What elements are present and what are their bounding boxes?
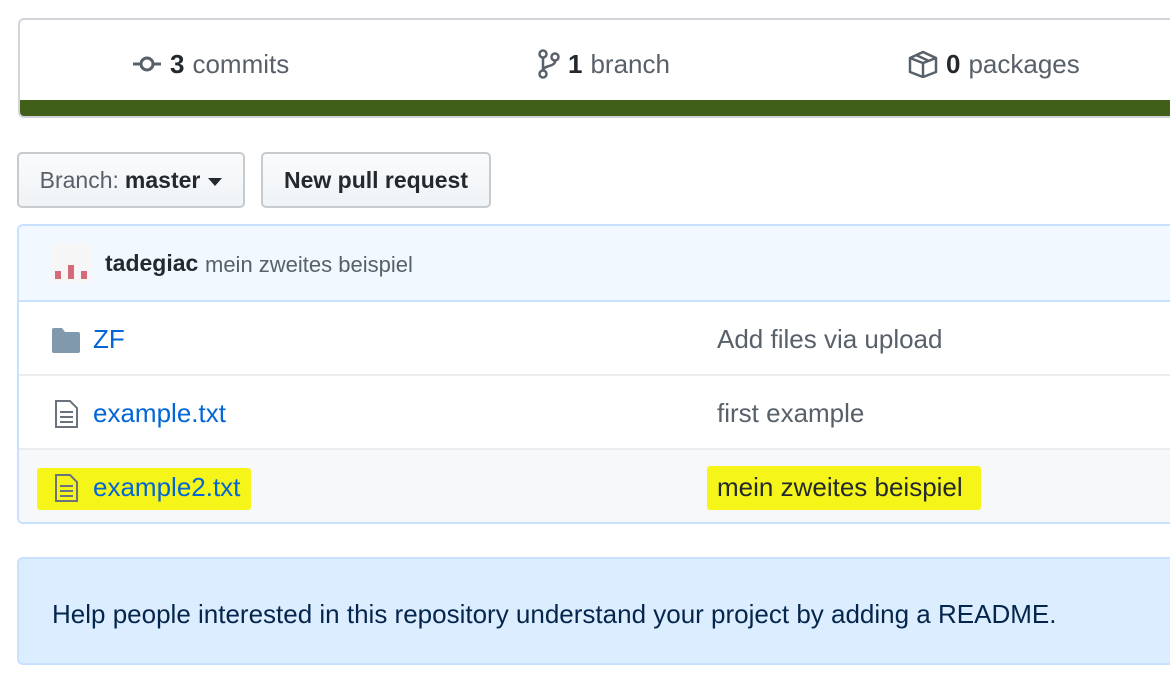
branch-name: master xyxy=(124,166,201,193)
commits-count: 3 xyxy=(170,48,185,79)
file-row[interactable]: example.txt first example xyxy=(19,376,1170,450)
branches-label: branch xyxy=(590,48,670,79)
readme-prompt: Help people interested in this repositor… xyxy=(17,557,1170,665)
packages-stat[interactable]: 0 packages xyxy=(908,46,1080,82)
commits-stat[interactable]: 3 commits xyxy=(132,46,289,82)
file-commit-message[interactable]: first example xyxy=(717,398,864,429)
branch-prefix: Branch: xyxy=(39,166,119,193)
caret-down-icon xyxy=(208,177,223,186)
file-name-link[interactable]: example2.txt xyxy=(93,472,240,503)
file-name-link[interactable]: example.txt xyxy=(93,398,226,429)
folder-icon xyxy=(52,328,80,353)
branches-count: 1 xyxy=(568,48,583,79)
branches-stat[interactable]: 1 branch xyxy=(538,46,670,82)
file-row[interactable]: example2.txt mein zweites beispiel xyxy=(19,450,1170,522)
file-commit-message[interactable]: Add files via upload xyxy=(717,324,942,355)
packages-count: 0 xyxy=(946,48,961,79)
package-icon xyxy=(908,50,938,78)
branch-select-button[interactable]: Branch: master xyxy=(17,152,245,208)
file-icon xyxy=(55,474,78,502)
readme-prompt-text: Help people interested in this repositor… xyxy=(52,599,1057,629)
branch-icon xyxy=(538,49,560,79)
file-list: tadegiac mein zweites beispiel ZF Add fi… xyxy=(17,224,1170,524)
language-bar[interactable] xyxy=(20,100,1170,116)
file-name-link[interactable]: ZF xyxy=(93,324,125,355)
commit-message[interactable]: mein zweites beispiel xyxy=(205,252,413,278)
avatar[interactable] xyxy=(51,243,91,283)
file-icon xyxy=(55,400,78,428)
repo-stats-bar: 3 commits 1 branch 0 packages xyxy=(18,18,1170,118)
latest-commit-bar: tadegiac mein zweites beispiel xyxy=(19,226,1170,302)
branches-link[interactable]: 1 branch xyxy=(538,49,670,80)
commits-link[interactable]: 3 commits xyxy=(132,49,289,80)
commits-label: commits xyxy=(192,48,290,79)
new-pull-request-button[interactable]: New pull request xyxy=(261,152,491,208)
commit-author[interactable]: tadegiac xyxy=(105,250,198,277)
file-commit-message[interactable]: mein zweites beispiel xyxy=(717,472,963,503)
commit-icon xyxy=(133,56,161,72)
packages-label: packages xyxy=(968,48,1080,79)
file-row[interactable]: ZF Add files via upload xyxy=(19,302,1170,376)
packages-link[interactable]: 0 packages xyxy=(908,49,1080,80)
